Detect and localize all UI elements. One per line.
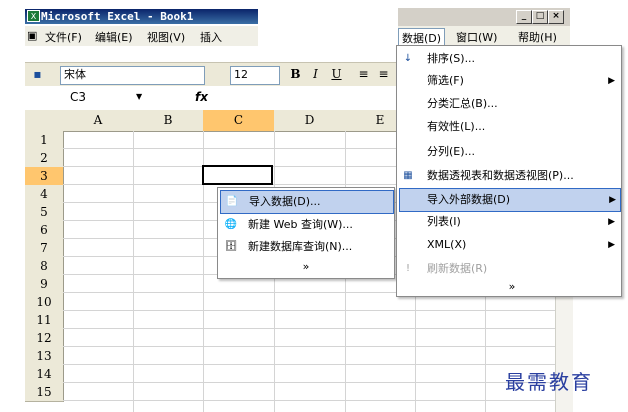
row-header[interactable]: 10 (25, 293, 64, 312)
cell-reference: C3 (70, 90, 87, 104)
menu-item-label: 新建数据库查询(N)... (248, 240, 353, 253)
menu-item-new-web-query[interactable]: 🌐 新建 Web 查询(W)... (220, 214, 392, 236)
menu-item-label: XML(X) (427, 238, 467, 251)
select-all-corner[interactable] (25, 110, 64, 132)
submenu-arrow-icon: ▶ (608, 240, 615, 250)
column-header[interactable]: B (133, 110, 204, 132)
align-left-icon[interactable]: ≡ (355, 66, 372, 83)
menu-item-subtotal[interactable]: 分类汇总(B)... (399, 93, 619, 115)
row-header[interactable]: 15 (25, 383, 64, 402)
row-header[interactable]: 8 (25, 257, 64, 276)
italic-button[interactable]: I (307, 66, 324, 83)
menu-file[interactable]: 文件(F) (45, 29, 82, 45)
menu-item-validation[interactable]: 有效性(L)... (399, 116, 619, 138)
name-box[interactable]: C3 ▼ (60, 89, 152, 105)
menu-item-label: 分列(E)... (427, 145, 476, 158)
chevron-down-icon[interactable]: ▼ (136, 89, 142, 105)
chevrons-down-icon: » (302, 260, 310, 273)
menu-help[interactable]: 帮助(H) (518, 29, 557, 45)
menu-item-import-external[interactable]: 导入外部数据(D) ▶ (399, 188, 621, 212)
menu-item-import-data[interactable]: 📄 导入数据(D)... (220, 190, 394, 214)
row-header-selected[interactable]: 3 (25, 167, 64, 186)
excel-icon[interactable]: X (27, 10, 40, 22)
window-controls: _ □ × (398, 8, 570, 26)
bold-button[interactable]: B (287, 66, 304, 83)
restore-icon[interactable]: □ (532, 10, 548, 24)
gridline (63, 346, 573, 347)
menu-item-label: 数据透视表和数据透视图(P)... (427, 169, 574, 182)
column-header[interactable]: A (63, 110, 134, 132)
menu-item-text-to-columns[interactable]: 分列(E)... (399, 141, 619, 163)
submenu-arrow-icon: ▶ (608, 76, 615, 86)
menu-item-label: 导入外部数据(D) (427, 193, 511, 206)
window-title: Microsoft Excel - Book1 (41, 10, 194, 23)
gridline (63, 328, 573, 329)
menu-item-xml[interactable]: XML(X) ▶ (399, 234, 619, 256)
menu-expand-chevron[interactable]: » (399, 276, 619, 298)
doc-icon[interactable]: ▣ (27, 29, 37, 42)
font-name-box[interactable]: 宋体 (60, 66, 205, 85)
menu-view[interactable]: 视图(V) (147, 29, 185, 45)
data-menu-dropdown: ↓ 排序(S)... 筛选(F) ▶ 分类汇总(B)... 有效性(L)... … (396, 45, 622, 297)
fx-icon[interactable]: fx (195, 89, 208, 105)
menu-insert[interactable]: 插入 (200, 29, 222, 45)
menu-item-label: 新建 Web 查询(W)... (248, 218, 353, 231)
submenu-arrow-icon: ▶ (609, 195, 616, 205)
gridline (133, 131, 134, 412)
gridline (63, 382, 573, 383)
row-header[interactable]: 6 (25, 221, 64, 240)
web-query-icon: 🌐 (224, 219, 238, 230)
row-header[interactable]: 5 (25, 203, 64, 222)
window-title-bar: Microsoft Excel - Book1 (25, 9, 258, 24)
menu-item-label: 排序(S)... (427, 52, 476, 65)
save-icon[interactable]: ▪ (29, 66, 46, 83)
row-header[interactable]: 9 (25, 275, 64, 294)
chevrons-down-icon: » (508, 280, 516, 293)
row-header[interactable]: 1 (25, 131, 64, 150)
menu-item-label: 导入数据(D)... (249, 195, 321, 208)
database-query-icon: 🗄 (224, 241, 238, 252)
menubar-left: ▣ 文件(F) 编辑(E) 视图(V) 插入 (25, 26, 258, 46)
row-header[interactable]: 7 (25, 239, 64, 258)
row-header[interactable]: 2 (25, 149, 64, 168)
row-header[interactable]: 14 (25, 365, 64, 384)
menu-expand-chevron[interactable]: » (220, 256, 392, 278)
align-center-icon[interactable]: ≡ (375, 66, 392, 83)
menu-item-label: 分类汇总(B)... (427, 97, 498, 110)
column-header-selected[interactable]: C (203, 110, 275, 132)
menu-window[interactable]: 窗口(W) (456, 29, 497, 45)
gridline (63, 310, 573, 311)
import-data-icon: 📄 (225, 196, 239, 207)
row-header[interactable]: 13 (25, 347, 64, 366)
close-icon[interactable]: × (548, 10, 564, 24)
active-cell[interactable] (202, 165, 273, 185)
gridline (63, 400, 573, 401)
import-external-submenu: 📄 导入数据(D)... 🌐 新建 Web 查询(W)... 🗄 新建数据库查询… (217, 187, 395, 279)
row-header[interactable]: 12 (25, 329, 64, 348)
submenu-arrow-icon: ▶ (608, 217, 615, 227)
underline-button[interactable]: U (328, 66, 345, 83)
watermark-text: 最需教育 (505, 370, 593, 394)
sort-icon: ↓ (403, 53, 413, 64)
menu-item-sort[interactable]: ↓ 排序(S)... (399, 48, 619, 70)
menu-item-label: 列表(I) (427, 215, 461, 228)
menu-item-new-db-query[interactable]: 🗄 新建数据库查询(N)... (220, 236, 392, 258)
row-header[interactable]: 11 (25, 311, 64, 330)
pivot-table-icon: ▦ (403, 170, 413, 181)
font-size-box[interactable]: 12 (230, 66, 280, 85)
column-header[interactable]: D (274, 110, 346, 132)
menu-item-filter[interactable]: 筛选(F) ▶ (399, 70, 619, 92)
menu-item-label: 有效性(L)... (427, 120, 486, 133)
menu-item-label: 筛选(F) (427, 74, 464, 87)
menu-edit[interactable]: 编辑(E) (95, 29, 133, 45)
gridline (63, 364, 573, 365)
minimize-icon[interactable]: _ (516, 10, 532, 24)
menubar-right: 数据(D) 窗口(W) 帮助(H) (398, 26, 570, 47)
row-header[interactable]: 4 (25, 185, 64, 204)
menu-item-list[interactable]: 列表(I) ▶ (399, 211, 619, 233)
refresh-icon: ! (405, 263, 410, 274)
formatting-toolbar: ▪ 宋体 12 B I U ≡ ≡ (25, 62, 397, 86)
menu-item-pivot-table[interactable]: ▦ 数据透视表和数据透视图(P)... (399, 165, 619, 187)
